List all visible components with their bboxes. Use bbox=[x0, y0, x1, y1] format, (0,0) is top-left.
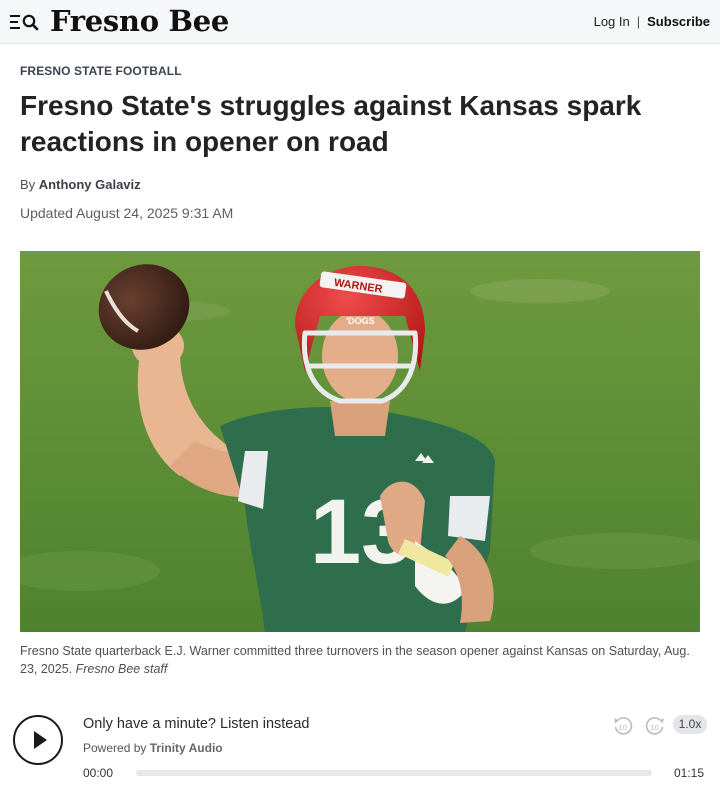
audio-attribution: Powered by Trinity Audio bbox=[83, 741, 223, 755]
lead-photo: 13 WARNER 'DOGS bbox=[20, 251, 700, 632]
audio-prompt: Only have a minute? Listen instead bbox=[83, 716, 310, 732]
forward-label: 10 bbox=[651, 723, 659, 732]
updated-timestamp: Updated August 24, 2025 9:31 AM bbox=[20, 205, 234, 221]
forward-10-icon[interactable]: 10 bbox=[644, 715, 666, 737]
article-headline: Fresno State's struggles against Kansas … bbox=[20, 90, 642, 157]
powered-by-label: Powered by bbox=[83, 741, 147, 755]
playback-speed-button[interactable]: 1.0x bbox=[673, 715, 707, 734]
rewind-label: 10 bbox=[619, 723, 627, 732]
play-button[interactable] bbox=[13, 715, 63, 765]
author-link[interactable]: Anthony Galaviz bbox=[39, 177, 141, 192]
site-logo[interactable]: Fresno Bee bbox=[50, 4, 229, 38]
search-icon bbox=[22, 14, 39, 31]
login-link[interactable]: Log In bbox=[594, 14, 630, 29]
auth-separator: | bbox=[636, 14, 641, 29]
auth-links: Log In | Subscribe bbox=[594, 14, 710, 29]
byline-prefix: By bbox=[20, 177, 36, 192]
audio-progress-bar[interactable] bbox=[136, 770, 652, 776]
byline: By Anthony Galaviz bbox=[20, 177, 141, 192]
site-header: Fresno Bee Log In | Subscribe bbox=[0, 0, 720, 44]
menu-icon bbox=[10, 14, 39, 31]
menu-search-button[interactable] bbox=[9, 12, 39, 32]
current-time: 00:00 bbox=[83, 766, 114, 780]
section-label[interactable]: FRESNO STATE FOOTBALL bbox=[20, 64, 182, 78]
subscribe-link[interactable]: Subscribe bbox=[647, 14, 710, 29]
helmet-logo-text: 'DOGS bbox=[346, 316, 375, 326]
play-icon bbox=[34, 731, 47, 749]
audio-provider-link[interactable]: Trinity Audio bbox=[150, 741, 223, 755]
rewind-10-icon[interactable]: 10 bbox=[612, 715, 634, 737]
photo-caption: Fresno State quarterback E.J. Warner com… bbox=[20, 642, 700, 678]
photo-credit: Fresno Bee staff bbox=[75, 662, 168, 676]
duration: 01:15 bbox=[674, 766, 705, 780]
